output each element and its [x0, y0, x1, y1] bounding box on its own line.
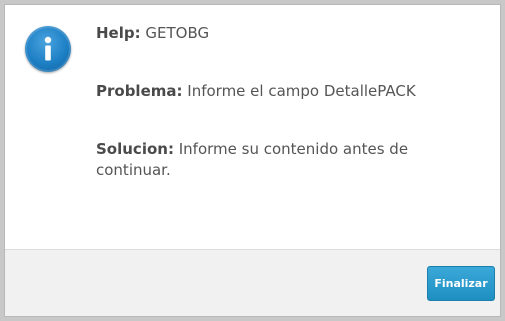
problema-row: Problema: Informe el campo DetallePACK: [96, 81, 441, 102]
problema-value: Informe el campo DetallePACK: [187, 82, 416, 100]
help-row: Help: GETOBG: [96, 23, 441, 44]
finalizar-button[interactable]: Finalizar: [427, 266, 495, 301]
info-icon: [25, 26, 71, 72]
dialog-footer: Finalizar: [5, 249, 500, 316]
solucion-row: Solucion: Informe su contenido antes de …: [96, 139, 441, 181]
dialog-content: Help: GETOBG Problema: Informe el campo …: [5, 5, 500, 249]
help-label: Help:: [96, 24, 141, 42]
help-dialog: Help: GETOBG Problema: Informe el campo …: [4, 4, 501, 317]
problema-label: Problema:: [96, 82, 183, 100]
help-value: GETOBG: [145, 24, 210, 42]
solucion-label: Solucion:: [96, 140, 174, 158]
